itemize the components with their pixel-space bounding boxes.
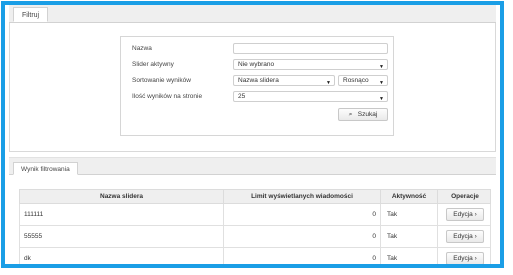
row-sort: Sortowanie wyników Nazwa slidera ▼ Rosną…	[121, 74, 393, 87]
sort-field-select[interactable]: Nazwa slidera ▼	[233, 75, 335, 86]
sort-order-value: Rosnąco	[343, 77, 369, 84]
table-header: Nazwa slidera Limit wyświetlanych wiadom…	[19, 189, 491, 204]
cell-limit: 0	[224, 204, 381, 225]
active-select[interactable]: Nie wybrano ▼	[233, 59, 388, 70]
content-area: Filtruj Nazwa Slider aktywny Nie wybrano…	[5, 5, 500, 264]
edit-button[interactable]: Edycja ›	[446, 208, 484, 221]
header-operations: Operacje	[451, 193, 479, 200]
edit-button-label: Edycja	[453, 255, 473, 262]
search-button-label: Szukaj	[357, 111, 378, 118]
chevron-right-icon: ›	[474, 255, 477, 262]
edit-button-label: Edycja	[453, 233, 473, 240]
chevron-down-icon: ▼	[379, 80, 384, 86]
count-label: Ilość wyników na stronie	[132, 93, 203, 100]
active-label: Slider aktywny	[132, 61, 174, 68]
sort-field-value: Nazwa slidera	[238, 77, 279, 84]
chevron-down-icon: ▼	[379, 96, 384, 102]
edit-button[interactable]: Edycja ›	[446, 230, 484, 243]
cell-limit: 0	[224, 226, 381, 247]
cell-name: 55555	[20, 226, 224, 247]
table-row: 55555 0 Tak Edycja ›	[19, 226, 491, 248]
tab-results[interactable]: Wynik filtrowania	[13, 162, 78, 175]
table-row: 111111 0 Tak Edycja ›	[19, 204, 491, 226]
sort-order-select[interactable]: Rosnąco ▼	[338, 75, 388, 86]
cell-name: dk	[20, 248, 224, 264]
results-tabbar: Wynik filtrowania	[9, 157, 496, 175]
chevron-down-icon: ▼	[379, 64, 384, 70]
cell-name: 111111	[20, 204, 224, 225]
row-active: Slider aktywny Nie wybrano ▼	[121, 58, 393, 71]
search-button[interactable]: ⌕ Szukaj	[338, 108, 388, 121]
count-select-value: 25	[238, 93, 246, 100]
search-icon: ⌕	[348, 111, 353, 118]
edit-button-label: Edycja	[453, 211, 473, 218]
cell-limit: 0	[224, 248, 381, 264]
table-row: dk 0 Tak Edycja ›	[19, 248, 491, 264]
cell-operations: Edycja ›	[438, 204, 492, 225]
count-select[interactable]: 25 ▼	[233, 91, 388, 102]
cell-active: Tak	[381, 226, 438, 247]
chevron-down-icon: ▼	[326, 80, 331, 86]
cell-active: Tak	[381, 204, 438, 225]
chevron-right-icon: ›	[474, 211, 477, 218]
tab-filter[interactable]: Filtruj	[13, 7, 49, 22]
edit-button[interactable]: Edycja ›	[446, 252, 484, 264]
filter-form: Nazwa Slider aktywny Nie wybrano ▼ Sorto…	[120, 36, 394, 136]
chevron-right-icon: ›	[474, 233, 477, 240]
header-name: Nazwa slidera	[20, 190, 224, 203]
row-count: Ilość wyników na stronie 25 ▼	[121, 90, 393, 103]
sort-label: Sortowanie wyników	[132, 77, 191, 84]
name-label: Nazwa	[132, 45, 152, 52]
filter-panel: Nazwa Slider aktywny Nie wybrano ▼ Sorto…	[9, 23, 496, 152]
active-select-value: Nie wybrano	[238, 61, 275, 68]
header-active: Aktywność	[381, 190, 438, 203]
row-name: Nazwa	[121, 42, 393, 55]
cell-operations: Edycja ›	[438, 226, 492, 247]
name-input[interactable]	[233, 43, 388, 54]
header-limit: Limit wyświetlanych wiadomości	[224, 190, 381, 203]
cell-active: Tak	[381, 248, 438, 264]
filter-tabbar: Filtruj	[9, 5, 496, 23]
cell-operations: Edycja ›	[438, 248, 492, 264]
window-frame: Filtruj Nazwa Slider aktywny Nie wybrano…	[1, 1, 504, 268]
